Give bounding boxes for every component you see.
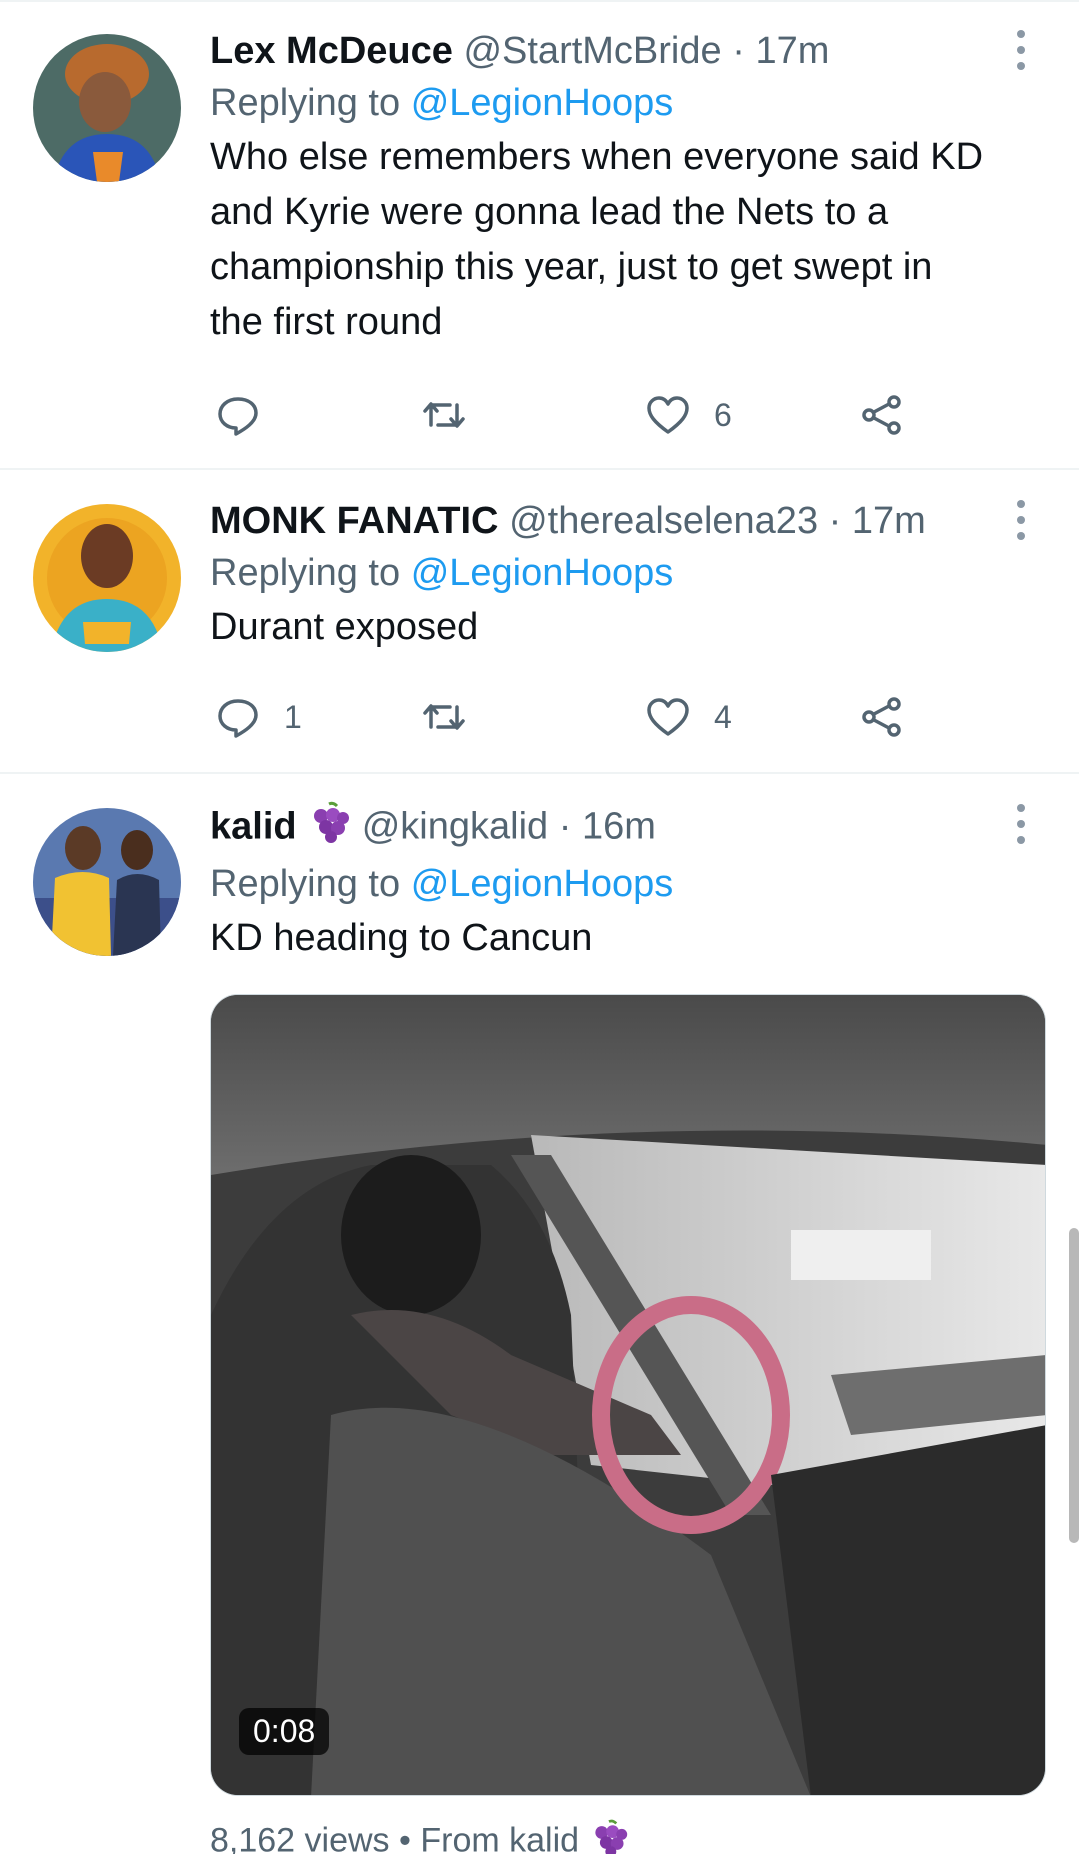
separator-dot: · (732, 30, 745, 72)
bullet-separator: • (399, 1821, 411, 1854)
more-options-icon[interactable] (1016, 804, 1026, 844)
retweet-button[interactable] (420, 390, 468, 440)
grapes-icon (307, 800, 351, 857)
tweet-text-line: and Kyrie were gonna lead the Nets to a (210, 191, 889, 233)
avatar[interactable] (33, 808, 181, 956)
user-handle[interactable]: @therealselena23 (509, 500, 818, 542)
more-options-icon[interactable] (1016, 500, 1026, 540)
retweet-button[interactable] (420, 692, 468, 742)
avatar[interactable] (33, 34, 181, 182)
tweet-reply[interactable]: Lex McDeuce @StartMcBride · 17m Replying… (0, 0, 1079, 468)
heart-icon (647, 396, 689, 434)
reply-icon (218, 699, 258, 738)
reply-button[interactable]: 1 (214, 692, 302, 742)
separator-dot: · (828, 500, 842, 542)
like-count: 4 (714, 698, 732, 735)
share-icon (862, 697, 901, 737)
like-button[interactable]: 6 (644, 390, 732, 440)
timestamp[interactable]: 17m (755, 30, 829, 72)
replying-to-label: Replying to (210, 82, 401, 124)
avatar[interactable] (33, 504, 181, 652)
tweet-text-line: KD heading to Cancun (210, 917, 593, 959)
replying-to-mention[interactable]: @LegionHoops (411, 552, 674, 594)
tweet-text: Durant exposed (210, 600, 1049, 655)
view-count: 8,162 views (210, 1821, 390, 1854)
replying-to: Replying to @LegionHoops (210, 546, 1049, 600)
scrollbar[interactable] (1069, 1228, 1079, 1543)
tweet-text: Who else remembers when everyone said KD… (210, 130, 1049, 350)
tweet-header: MONK FANATIC @therealselena23 · 17m (210, 496, 1049, 546)
grapes-icon (589, 1818, 629, 1854)
tweet-text-line: the first round (210, 301, 443, 343)
reply-count: 1 (284, 698, 302, 735)
display-name[interactable]: Lex McDeuce (210, 30, 453, 72)
like-button[interactable]: 4 (644, 692, 732, 742)
action-bar: 1 4 (210, 692, 930, 742)
user-handle[interactable]: @StartMcBride (463, 30, 721, 72)
tweet-content: Lex McDeuce @StartMcBride · 17m Replying… (210, 26, 1049, 350)
share-icon (862, 395, 901, 435)
timestamp[interactable]: 16m (582, 806, 656, 848)
video-thumbnail (211, 995, 1045, 1795)
replying-to: Replying to @LegionHoops (210, 857, 1049, 911)
tweet-text-line: championship this year, just to get swep… (210, 246, 933, 288)
user-handle[interactable]: @kingkalid (362, 806, 548, 848)
share-button[interactable] (858, 390, 906, 440)
video-duration-badge: 0:08 (239, 1708, 330, 1755)
replying-to-label: Replying to (210, 552, 401, 594)
tweet-header: kalid @kingkalid · 16m (210, 800, 1049, 857)
tweet-reply[interactable]: MONK FANATIC @therealselena23 · 17m Repl… (0, 470, 1079, 772)
more-options-icon[interactable] (1016, 30, 1026, 70)
tweet-text-line: Durant exposed (210, 606, 479, 648)
heart-icon (647, 698, 689, 736)
replying-to-mention[interactable]: @LegionHoops (411, 863, 674, 905)
separator-dot: · (558, 805, 572, 848)
like-count: 6 (714, 396, 732, 433)
tweet-header: Lex McDeuce @StartMcBride · 17m (210, 26, 1049, 76)
replying-to-mention[interactable]: @LegionHoops (411, 82, 674, 124)
tweet-content: MONK FANATIC @therealselena23 · 17m Repl… (210, 496, 1049, 655)
replying-to-label: Replying to (210, 863, 401, 905)
retweet-icon (423, 704, 465, 730)
timestamp[interactable]: 17m (852, 500, 926, 542)
share-button[interactable] (858, 692, 906, 742)
display-name[interactable]: kalid (210, 806, 297, 848)
reply-button[interactable] (214, 390, 284, 440)
retweet-icon (423, 402, 465, 428)
action-bar: 6 (210, 390, 930, 440)
tweet-text-line: Who else remembers when everyone said KD (210, 136, 984, 178)
views-line: 8,162 views • From kalid (210, 1818, 629, 1854)
replying-to: Replying to @LegionHoops (210, 76, 1049, 130)
from-source[interactable]: From kalid (420, 1821, 579, 1854)
display-name[interactable]: MONK FANATIC (210, 500, 499, 542)
tweet-text: KD heading to Cancun (210, 911, 1049, 966)
tweet-content: kalid @kingkalid · 16m Replying to @Legi… (210, 800, 1049, 966)
video-player[interactable]: 0:08 (210, 994, 1046, 1796)
reply-icon (218, 397, 258, 436)
reply-feed: Lex McDeuce @StartMcBride · 17m Replying… (0, 0, 1079, 1854)
